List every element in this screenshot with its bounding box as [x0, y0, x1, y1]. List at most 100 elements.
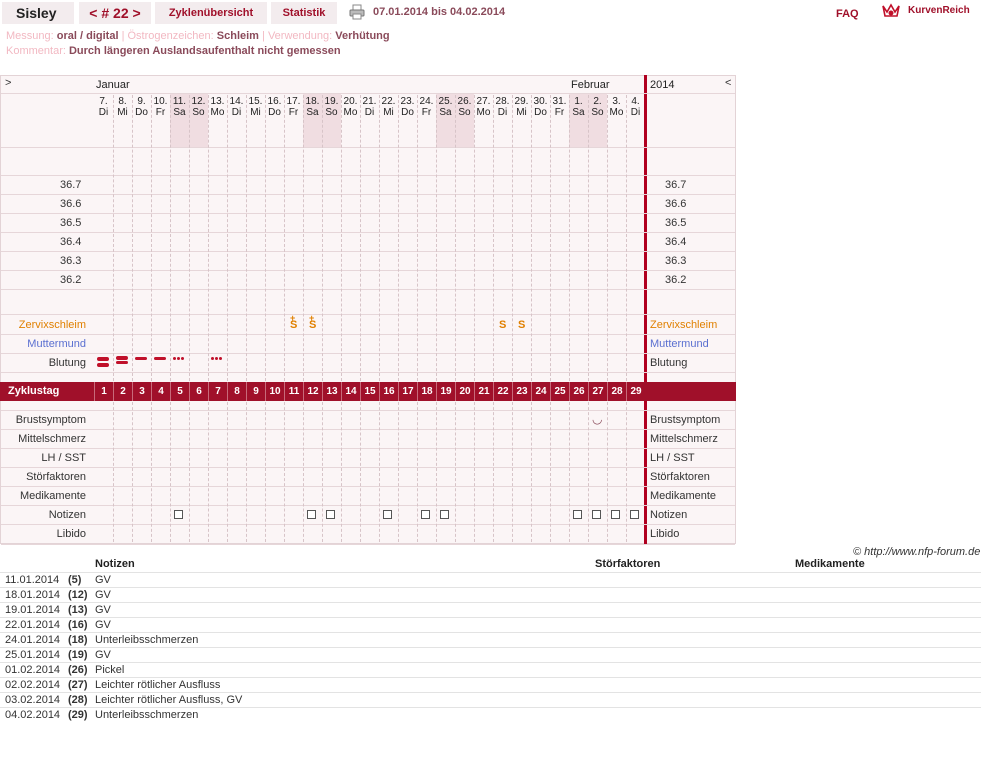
- table-row: 19.01.2014 (13) GV: [0, 602, 981, 618]
- row-date: 19.01.2014: [5, 604, 61, 616]
- grid-col: [379, 95, 380, 381]
- tab-cycle-overview[interactable]: Zyklenübersicht: [155, 2, 267, 24]
- kurvenreich-logo[interactable]: KurvenReich: [908, 5, 970, 16]
- zyklustag-cell: 10: [265, 382, 284, 401]
- grid-col: [550, 402, 551, 542]
- note-icon[interactable]: [440, 510, 449, 519]
- zyklustag-cell: 25: [550, 382, 569, 401]
- row-label: Libido: [56, 528, 86, 540]
- table-row: 25.01.2014 (19) GV: [0, 647, 981, 663]
- day-weekday: So: [591, 107, 604, 118]
- note-icon[interactable]: [307, 510, 316, 519]
- grid-col: [208, 95, 209, 381]
- grid-col: [360, 95, 361, 381]
- temp-label-left: 36.4: [60, 236, 82, 248]
- zyklustag-cell: 17: [398, 382, 417, 401]
- zyklustag-cell: 13: [322, 382, 341, 401]
- day-date: 26.: [457, 96, 472, 107]
- zyklustag-cell: 9: [246, 382, 265, 401]
- day-date: 11.: [172, 96, 187, 107]
- day-weekday: Do: [534, 107, 547, 118]
- grid-col: [569, 95, 570, 381]
- grid-col: [588, 95, 589, 381]
- grid-col: [360, 402, 361, 542]
- copyright[interactable]: © http://www.nfp-forum.de: [853, 546, 980, 558]
- note-icon[interactable]: [592, 510, 601, 519]
- grid-line: [1, 544, 735, 545]
- day-date: 14.: [229, 96, 244, 107]
- breast-symptom-icon: ◡: [592, 412, 603, 426]
- zyklustag-cell: 1: [94, 382, 113, 401]
- day-weekday: Mi: [516, 107, 527, 118]
- zyklustag-cell: 16: [379, 382, 398, 401]
- day-date: 4.: [631, 96, 640, 107]
- grid-col: [607, 95, 608, 381]
- row-label-right: Mittelschmerz: [650, 433, 718, 445]
- note-icon[interactable]: [174, 510, 183, 519]
- row-label: Medikamente: [19, 490, 86, 502]
- grid-line: [1, 213, 735, 214]
- day-date: 20.: [343, 96, 358, 107]
- chart-nav-left[interactable]: >: [5, 77, 11, 89]
- tab-statistics[interactable]: Statistik: [271, 2, 337, 24]
- grid-col: [113, 402, 114, 542]
- note-icon[interactable]: [383, 510, 392, 519]
- row-note: GV: [95, 604, 111, 616]
- grid-line: [1, 194, 735, 195]
- table-header-stoerfaktoren: Störfaktoren: [595, 558, 661, 570]
- grid-line: [1, 334, 735, 335]
- grid-col: [607, 402, 608, 542]
- grid-col: [284, 402, 285, 542]
- day-date: 21.: [362, 96, 377, 107]
- zyklustag-cell: 29: [626, 382, 645, 401]
- cycle-navigator[interactable]: < # 22 >: [79, 2, 151, 24]
- zyklustag-cell: 18: [417, 382, 436, 401]
- row-label: Mittelschmerz: [18, 433, 86, 445]
- row-cycle-day: (27): [68, 679, 88, 691]
- kurvenreich-logo-icon: [882, 3, 900, 17]
- table-row: 18.01.2014 (12) GV: [0, 587, 981, 603]
- verwendung-value: Verhütung: [335, 30, 390, 42]
- row-note: Unterleibsschmerzen: [95, 634, 199, 646]
- note-icon[interactable]: [326, 510, 335, 519]
- grid-line: [1, 289, 735, 290]
- row-label-zervixschleim: Zervixschleim: [18, 319, 86, 331]
- printer-icon[interactable]: [349, 4, 365, 20]
- grid-line: [1, 232, 735, 233]
- grid-col: [531, 95, 532, 381]
- zyklustag-cell: 20: [455, 382, 474, 401]
- day-weekday: Fr: [155, 107, 166, 118]
- temp-label-right: 36.4: [665, 236, 687, 248]
- zyklustag-cell: 27: [588, 382, 607, 401]
- row-note: GV: [95, 619, 111, 631]
- note-icon[interactable]: [611, 510, 620, 519]
- bleeding-mark: [97, 363, 109, 367]
- row-label-right: Brustsymptom: [650, 414, 721, 426]
- table-header-medikamente: Medikamente: [795, 558, 865, 570]
- day-date: 29.: [514, 96, 529, 107]
- row-note: Leichter rötlicher Ausfluss: [95, 679, 221, 691]
- row-date: 24.01.2014: [5, 634, 61, 646]
- note-icon[interactable]: [630, 510, 639, 519]
- note-icon[interactable]: [573, 510, 582, 519]
- zyklustag-cell: 11: [284, 382, 303, 401]
- day-date: 18.: [305, 96, 320, 107]
- faq-link[interactable]: FAQ: [836, 8, 859, 20]
- day-weekday: Di: [497, 107, 508, 118]
- row-cycle-day: (12): [68, 589, 88, 601]
- row-date: 02.02.2014: [5, 679, 61, 691]
- note-icon[interactable]: [421, 510, 430, 519]
- grid-col: [531, 402, 532, 542]
- row-note: Leichter rötlicher Ausfluss, GV: [95, 694, 243, 706]
- day-date: 19.: [324, 96, 339, 107]
- zyklustag-cell: 22: [493, 382, 512, 401]
- temp-label-left: 36.6: [60, 198, 82, 210]
- chart-nav-right[interactable]: <: [725, 77, 731, 89]
- grid-col: [208, 402, 209, 542]
- temp-label-right: 36.6: [665, 198, 687, 210]
- row-cycle-day: (26): [68, 664, 88, 676]
- grid-col: [246, 402, 247, 542]
- temp-label-right: 36.5: [665, 217, 687, 229]
- date-range: 07.01.2014 bis 04.02.2014: [373, 6, 506, 18]
- grid-line: [1, 93, 735, 94]
